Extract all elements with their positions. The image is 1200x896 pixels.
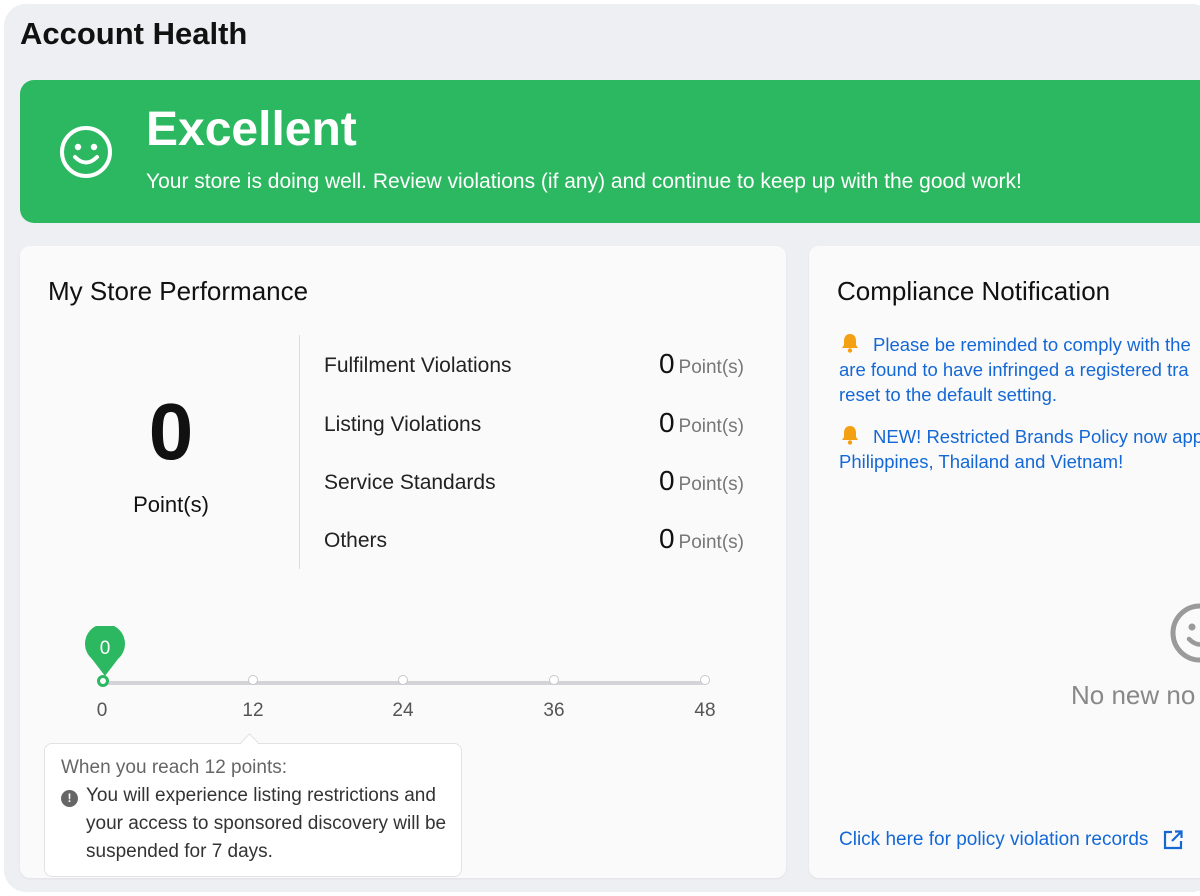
violation-row-service-standards: Service Standards 0 Point(s) xyxy=(324,465,744,505)
scale-dot xyxy=(248,675,258,685)
health-status-label: Excellent xyxy=(146,103,357,156)
compliance-notification-card: Compliance Notification Please be remind… xyxy=(809,246,1200,878)
card-title: Compliance Notification xyxy=(837,276,1111,306)
scale-tick-label: 12 xyxy=(242,700,264,721)
violation-unit: Point(s) xyxy=(678,357,744,378)
health-status-banner: Excellent Your store is doing well. Revi… xyxy=(20,80,1200,223)
notice-line: Philippines, Thailand and Vietnam! xyxy=(839,451,1124,472)
divider xyxy=(299,335,300,569)
violation-row-listing: Listing Violations 0 Point(s) xyxy=(324,407,744,447)
tooltip-body: You will experience listing restrictions… xyxy=(86,785,447,862)
violation-row-fulfilment: Fulfilment Violations 0 Point(s) xyxy=(324,348,744,388)
violation-label: Service Standards xyxy=(324,471,496,494)
notice-line: NEW! Restricted Brands Policy now app xyxy=(873,426,1200,447)
policy-violation-records-link[interactable]: Click here for policy violation records xyxy=(839,829,1148,851)
scale-tick-label: 48 xyxy=(694,700,716,721)
scale-dot xyxy=(398,675,408,685)
violation-points: 0 xyxy=(658,348,675,379)
threshold-tooltip: When you reach 12 points: ! You will exp… xyxy=(44,743,462,877)
violation-label: Listing Violations xyxy=(324,413,482,436)
scale-tick-label: 36 xyxy=(543,700,565,721)
compliance-notice[interactable]: Please be reminded to comply with the ar… xyxy=(839,332,1200,407)
violation-unit: Point(s) xyxy=(678,474,744,495)
compliance-notice[interactable]: NEW! Restricted Brands Policy now app Ph… xyxy=(839,424,1200,474)
notice-line: Please be reminded to comply with the xyxy=(873,334,1191,355)
page-title: Account Health xyxy=(20,16,248,51)
scale-tick-label: 0 xyxy=(96,700,108,721)
account-health-page: Account Health Excellent Your store is d… xyxy=(4,4,1200,892)
violation-points: 0 xyxy=(658,407,675,438)
violation-points: 0 xyxy=(658,523,675,554)
smiley-icon xyxy=(1170,603,1200,663)
tooltip-heading: When you reach 12 points: xyxy=(61,757,288,778)
scale-tick-label: 24 xyxy=(392,700,414,721)
violation-label: Fulfilment Violations xyxy=(324,354,512,377)
notice-line: reset to the default setting. xyxy=(839,384,1058,405)
total-points-value: 0 xyxy=(148,387,194,476)
external-link-icon[interactable] xyxy=(1162,829,1184,851)
health-status-description: Your store is doing well. Review violati… xyxy=(146,170,1022,193)
store-performance-card: My Store Performance 0 Point(s) Fulfilme… xyxy=(20,246,786,878)
violation-points: 0 xyxy=(658,465,675,496)
total-points-unit: Point(s) xyxy=(133,492,209,517)
smiley-icon xyxy=(60,126,112,178)
scale-dot xyxy=(700,675,710,685)
empty-state-text: No new no xyxy=(1071,680,1196,710)
exclamation-icon: ! xyxy=(61,790,78,807)
violation-row-others: Others 0 Point(s) xyxy=(324,523,744,563)
violation-label: Others xyxy=(324,529,388,552)
violation-unit: Point(s) xyxy=(678,416,744,437)
notice-line: are found to have infringed a registered… xyxy=(839,359,1189,380)
violation-unit: Point(s) xyxy=(678,532,744,553)
scale-dot xyxy=(549,675,559,685)
current-points-marker-label: 0 xyxy=(99,638,111,659)
card-title: My Store Performance xyxy=(48,276,309,306)
